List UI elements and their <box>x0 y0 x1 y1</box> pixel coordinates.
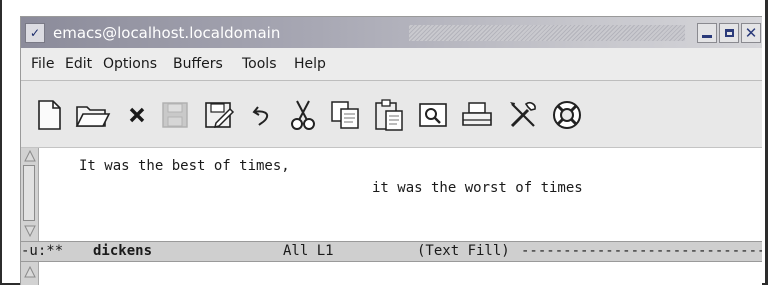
menu-file[interactable]: File <box>31 56 54 72</box>
kill-buffer-button[interactable] <box>117 95 157 135</box>
chevron-down-icon: ✓ <box>29 26 41 40</box>
undo-icon <box>252 106 269 126</box>
save-icon <box>162 102 188 128</box>
cut-button[interactable] <box>283 95 323 135</box>
emacs-window: ✓ emacs@localhost.localdomain ✕ File Edi… <box>20 16 762 285</box>
modeline-position: All L1 <box>283 243 334 259</box>
scroll-up-arrow-icon[interactable] <box>24 150 36 162</box>
customize-button[interactable] <box>503 95 543 135</box>
minimize-button[interactable] <box>697 23 717 43</box>
modeline-mode: (Text Fill) <box>417 243 510 259</box>
copy-icon <box>331 101 359 129</box>
minibuffer-scrollbar[interactable] <box>21 262 39 285</box>
screen-frame-left <box>0 0 2 285</box>
new-file-icon <box>38 100 61 130</box>
modeline-buffer-name: dickens <box>93 243 153 259</box>
minibuffer[interactable] <box>21 262 762 285</box>
close-window-button[interactable]: ✕ <box>741 23 761 43</box>
close-icon: ✕ <box>744 23 758 42</box>
menu-buffers[interactable]: Buffers <box>173 56 223 72</box>
tool-bar <box>21 81 762 148</box>
window-title: emacs@localhost.localdomain <box>53 24 281 42</box>
maximize-icon <box>724 29 734 37</box>
print-icon <box>462 102 492 126</box>
undo-button[interactable] <box>243 95 283 135</box>
scrollbar-thumb[interactable] <box>23 165 35 221</box>
scroll-up-arrow-icon[interactable] <box>24 266 36 278</box>
modeline-fill: ------------------------------------ <box>521 243 762 259</box>
search-button[interactable] <box>413 95 453 135</box>
copy-button[interactable] <box>325 95 365 135</box>
title-bar[interactable]: ✓ emacs@localhost.localdomain ✕ <box>21 17 762 48</box>
title-bar-hatch <box>409 25 685 41</box>
buffer-line-2: it was the worst of times <box>372 180 583 196</box>
close-icon <box>129 107 145 123</box>
save-as-button[interactable] <box>199 95 239 135</box>
cut-icon <box>291 100 315 130</box>
minimize-icon <box>702 34 712 38</box>
help-lifebuoy-icon <box>553 101 581 129</box>
paste-button[interactable] <box>369 95 409 135</box>
menu-bar: File Edit Options Buffers Tools Help <box>21 48 762 81</box>
new-file-button[interactable] <box>29 95 69 135</box>
menu-help[interactable]: Help <box>294 56 326 72</box>
open-folder-icon <box>75 106 111 127</box>
window-menu-button[interactable]: ✓ <box>25 23 45 43</box>
buffer-text-area[interactable]: It was the best of times, it was the wor… <box>21 148 762 241</box>
maximize-button[interactable] <box>719 23 739 43</box>
open-button[interactable] <box>73 95 113 135</box>
modeline-status: -u:** <box>21 243 64 259</box>
save-button[interactable] <box>155 95 195 135</box>
help-button[interactable] <box>547 95 587 135</box>
menu-tools[interactable]: Tools <box>242 56 277 72</box>
print-button[interactable] <box>457 95 497 135</box>
paste-icon <box>375 99 403 131</box>
vertical-scrollbar[interactable] <box>21 148 39 241</box>
mode-line: -u:** dickens All L1 (Text Fill) -------… <box>21 241 762 262</box>
menu-edit[interactable]: Edit <box>65 56 92 72</box>
save-as-icon <box>205 102 235 129</box>
menu-options[interactable]: Options <box>103 56 157 72</box>
customize-icon <box>510 102 536 128</box>
buffer-line-1: It was the best of times, <box>79 158 290 174</box>
search-icon <box>419 103 447 127</box>
scroll-down-arrow-icon[interactable] <box>24 225 36 237</box>
